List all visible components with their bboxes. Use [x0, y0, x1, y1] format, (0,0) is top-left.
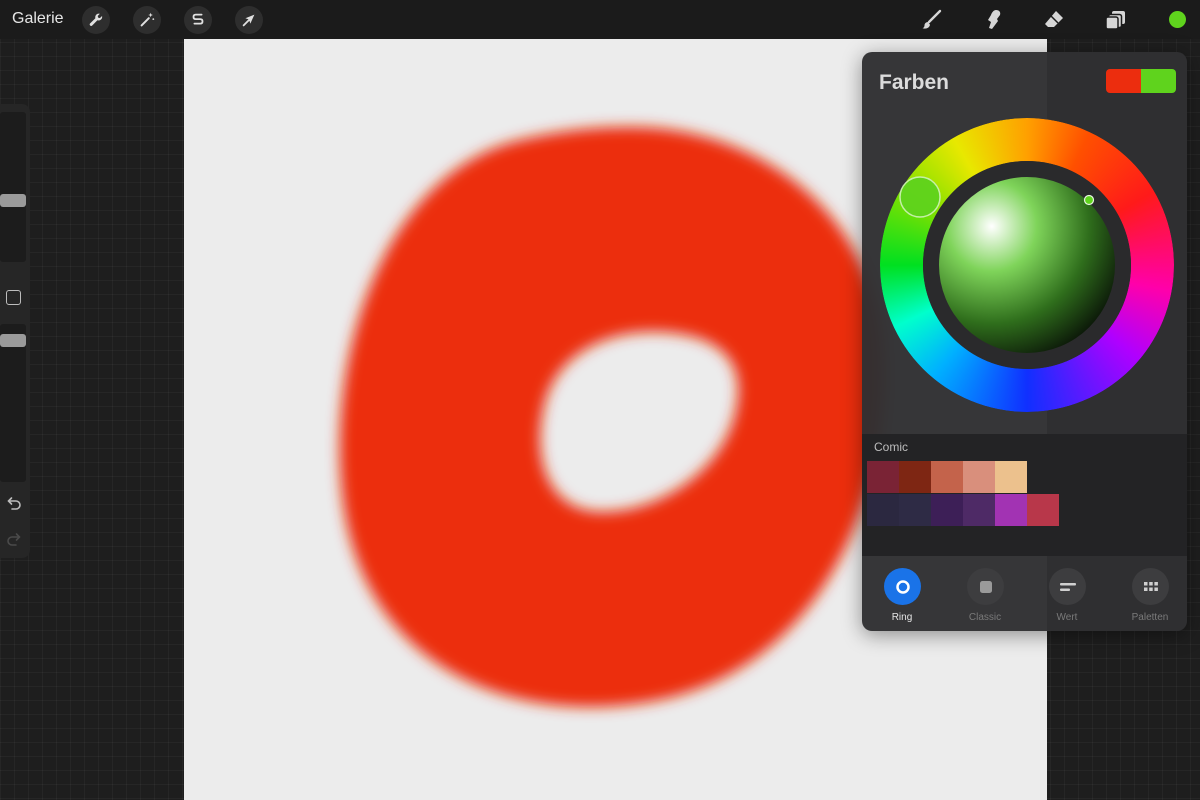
gallery-button[interactable]: Galerie [12, 10, 64, 28]
tab-label: Ring [891, 612, 913, 623]
brush-icon[interactable] [918, 6, 946, 34]
magic-wand-icon[interactable] [133, 6, 161, 34]
hue-handle[interactable] [899, 176, 941, 218]
transform-icon[interactable] [235, 6, 263, 34]
palette-swatch[interactable] [899, 461, 931, 493]
palette-swatch[interactable] [995, 461, 1027, 493]
brush-size-slider[interactable] [0, 112, 26, 262]
palette-section: Comic [862, 434, 1187, 556]
ring-icon [884, 568, 921, 605]
undo-icon[interactable] [4, 494, 24, 514]
color-panel: Farben Comic Ring Classic Wert Paletten [862, 52, 1187, 631]
palette-swatch[interactable] [867, 494, 899, 526]
color-mode-tabs: Ring Classic Wert Paletten [862, 562, 1187, 631]
palette-swatch[interactable] [995, 494, 1027, 526]
palette-swatch[interactable] [867, 461, 899, 493]
saturation-handle[interactable] [1083, 194, 1095, 206]
opacity-handle[interactable] [0, 334, 26, 347]
tab-value[interactable]: Wert [1032, 568, 1102, 628]
grid-icon [1132, 568, 1169, 605]
left-sidebar [0, 104, 30, 558]
selection-icon[interactable] [184, 6, 212, 34]
palette-swatch[interactable] [963, 461, 995, 493]
panel-title: Farben [879, 71, 950, 94]
palette-swatch[interactable] [1027, 494, 1059, 526]
palette-swatch[interactable] [963, 494, 995, 526]
wrench-icon[interactable] [82, 6, 110, 34]
palette-swatch[interactable] [899, 494, 931, 526]
redo-icon[interactable] [4, 530, 24, 550]
tab-label: Paletten [1131, 612, 1169, 623]
palette-name: Comic [874, 440, 909, 454]
palette-row [867, 461, 1027, 493]
layers-icon[interactable] [1102, 6, 1130, 34]
palette-row [867, 494, 1059, 526]
tab-palettes[interactable]: Paletten [1115, 568, 1185, 628]
smudge-icon[interactable] [979, 6, 1007, 34]
modify-button[interactable] [6, 290, 21, 305]
current-color-button[interactable] [1169, 11, 1186, 28]
tab-ring[interactable]: Ring [867, 568, 937, 628]
red-ring-stroke [339, 126, 884, 707]
top-toolbar: Galerie [0, 0, 1200, 39]
value-bars-icon [1049, 568, 1086, 605]
eraser-icon[interactable] [1040, 6, 1068, 34]
tab-classic[interactable]: Classic [950, 568, 1020, 628]
color-wheel[interactable] [880, 118, 1174, 412]
secondary-color-swatch[interactable] [1141, 69, 1176, 93]
palette-swatch[interactable] [931, 461, 963, 493]
tab-label: Classic [968, 612, 1002, 623]
primary-color-swatch[interactable] [1106, 69, 1141, 93]
square-icon [967, 568, 1004, 605]
brush-size-handle[interactable] [0, 194, 26, 207]
tab-label: Wert [1056, 612, 1078, 623]
opacity-slider[interactable] [0, 324, 26, 482]
palette-swatch[interactable] [931, 494, 963, 526]
